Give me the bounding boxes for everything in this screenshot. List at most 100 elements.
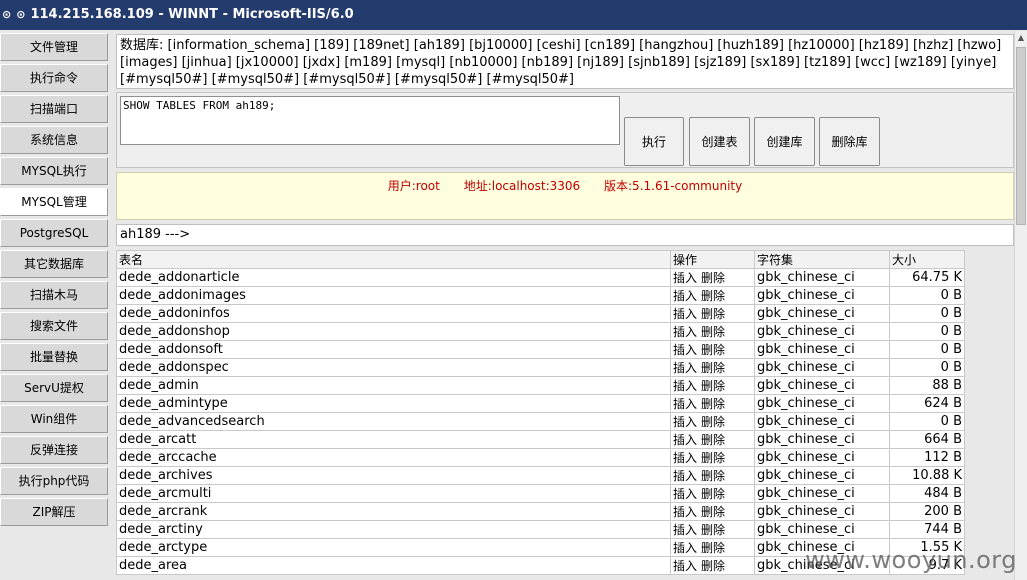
database-link[interactable]: information_schema — [173, 38, 305, 53]
database-link[interactable]: hz189 — [864, 38, 904, 53]
insert-link[interactable]: 插入 — [673, 397, 697, 411]
insert-link[interactable]: 插入 — [673, 325, 697, 339]
sidebar-item[interactable]: 系统信息 — [0, 126, 108, 154]
database-link[interactable]: nb10000 — [454, 55, 512, 70]
table-name-link[interactable]: dede_addonsoft — [116, 340, 671, 359]
insert-link[interactable]: 插入 — [673, 361, 697, 375]
table-name-link[interactable]: dede_advancedsearch — [116, 412, 671, 431]
insert-link[interactable]: 插入 — [673, 379, 697, 393]
table-name-link[interactable]: dede_addonshop — [116, 322, 671, 341]
database-link[interactable]: tz189 — [809, 55, 846, 70]
table-name-link[interactable]: dede_arcmulti — [116, 484, 671, 503]
database-link[interactable]: #mysql50# — [492, 72, 569, 87]
delete-link[interactable]: 删除 — [701, 271, 725, 285]
database-link[interactable]: jx10000 — [241, 55, 294, 70]
insert-link[interactable]: 插入 — [673, 541, 697, 555]
table-name-link[interactable]: dede_addoninfos — [116, 304, 671, 323]
sidebar-item[interactable]: 批量替换 — [0, 343, 108, 371]
insert-link[interactable]: 插入 — [673, 523, 697, 537]
sidebar-item[interactable]: 其它数据库 — [0, 250, 108, 278]
delete-link[interactable]: 删除 — [701, 523, 725, 537]
sidebar-item[interactable]: MYSQL执行 — [0, 157, 108, 185]
database-link[interactable]: jxdx — [308, 55, 335, 70]
insert-link[interactable]: 插入 — [673, 271, 697, 285]
database-link[interactable]: 189net — [358, 38, 404, 53]
sidebar-item[interactable]: 执行php代码 — [0, 467, 108, 495]
insert-link[interactable]: 插入 — [673, 289, 697, 303]
database-link[interactable]: #mysql50# — [217, 72, 294, 87]
delete-link[interactable]: 删除 — [701, 451, 725, 465]
database-link[interactable]: ah189 — [419, 38, 460, 53]
table-name-link[interactable]: dede_arcrank — [116, 502, 671, 521]
insert-link[interactable]: 插入 — [673, 343, 697, 357]
scrollbar-thumb[interactable] — [1016, 47, 1026, 225]
database-link[interactable]: m189 — [349, 55, 386, 70]
delete-link[interactable]: 删除 — [701, 559, 725, 573]
insert-link[interactable]: 插入 — [673, 487, 697, 501]
sidebar-item[interactable]: 文件管理 — [0, 33, 108, 61]
database-link[interactable]: hzwo — [962, 38, 996, 53]
sidebar-item[interactable]: ZIP解压 — [0, 498, 108, 526]
database-link[interactable]: jinhua — [187, 55, 227, 70]
database-link[interactable]: hangzhou — [644, 38, 708, 53]
delete-link[interactable]: 删除 — [701, 469, 725, 483]
sidebar-item[interactable]: MYSQL管理 — [0, 188, 108, 216]
sidebar-item[interactable]: PostgreSQL — [0, 219, 108, 247]
drop-database-button[interactable]: 删除库 — [819, 117, 880, 166]
delete-link[interactable]: 删除 — [701, 361, 725, 375]
scroll-up-arrow-icon[interactable]: ▲ — [1015, 31, 1027, 45]
delete-link[interactable]: 删除 — [701, 397, 725, 411]
insert-link[interactable]: 插入 — [673, 559, 697, 573]
sidebar-item[interactable]: Win组件 — [0, 405, 108, 433]
database-link[interactable]: 189 — [319, 38, 344, 53]
delete-link[interactable]: 删除 — [701, 415, 725, 429]
table-name-link[interactable]: dede_arctype — [116, 538, 671, 557]
insert-link[interactable]: 插入 — [673, 451, 697, 465]
database-link[interactable]: mysql — [401, 55, 440, 70]
sidebar-item[interactable]: 扫描端口 — [0, 95, 108, 123]
database-link[interactable]: ceshi — [542, 38, 576, 53]
delete-link[interactable]: 删除 — [701, 343, 725, 357]
database-link[interactable]: sjz189 — [699, 55, 741, 70]
delete-link[interactable]: 删除 — [701, 505, 725, 519]
database-link[interactable]: nb189 — [527, 55, 568, 70]
database-link[interactable]: sx189 — [756, 55, 795, 70]
database-link[interactable]: #mysql50# — [125, 72, 202, 87]
vertical-scrollbar[interactable]: ▲ — [1014, 31, 1027, 580]
table-name-link[interactable]: dede_arctiny — [116, 520, 671, 539]
table-name-link[interactable]: dede_addonarticle — [116, 268, 671, 287]
delete-link[interactable]: 删除 — [701, 487, 725, 501]
database-link[interactable]: #mysql50# — [308, 72, 385, 87]
create-database-button[interactable]: 创建库 — [754, 117, 815, 166]
insert-link[interactable]: 插入 — [673, 307, 697, 321]
table-name-link[interactable]: dede_arcatt — [116, 430, 671, 449]
window-control-icon[interactable]: ⊙ — [2, 0, 11, 30]
database-link[interactable]: hz10000 — [793, 38, 849, 53]
sidebar-item[interactable]: 扫描木马 — [0, 281, 108, 309]
database-link[interactable]: sjnb189 — [633, 55, 685, 70]
database-link[interactable]: images — [125, 55, 172, 70]
table-name-link[interactable]: dede_admin — [116, 376, 671, 395]
sidebar-item[interactable]: ServU提权 — [0, 374, 108, 402]
sidebar-item[interactable]: 执行命令 — [0, 64, 108, 92]
delete-link[interactable]: 删除 — [701, 433, 725, 447]
insert-link[interactable]: 插入 — [673, 415, 697, 429]
table-name-link[interactable]: dede_area — [116, 556, 671, 575]
database-link[interactable]: bj10000 — [474, 38, 527, 53]
database-link[interactable]: huzh189 — [722, 38, 778, 53]
table-name-link[interactable]: dede_addonspec — [116, 358, 671, 377]
table-name-link[interactable]: dede_arccache — [116, 448, 671, 467]
table-name-link[interactable]: dede_archives — [116, 466, 671, 485]
table-name-link[interactable]: dede_admintype — [116, 394, 671, 413]
sidebar-item[interactable]: 反弹连接 — [0, 436, 108, 464]
delete-link[interactable]: 删除 — [701, 289, 725, 303]
database-link[interactable]: cn189 — [590, 38, 630, 53]
delete-link[interactable]: 删除 — [701, 307, 725, 321]
create-table-button[interactable]: 创建表 — [689, 117, 750, 166]
database-link[interactable]: wcc — [860, 55, 885, 70]
sql-query-input[interactable] — [120, 96, 620, 145]
database-link[interactable]: wz189 — [899, 55, 941, 70]
insert-link[interactable]: 插入 — [673, 469, 697, 483]
sidebar-item[interactable]: 搜索文件 — [0, 312, 108, 340]
database-link[interactable]: hzhz — [918, 38, 948, 53]
